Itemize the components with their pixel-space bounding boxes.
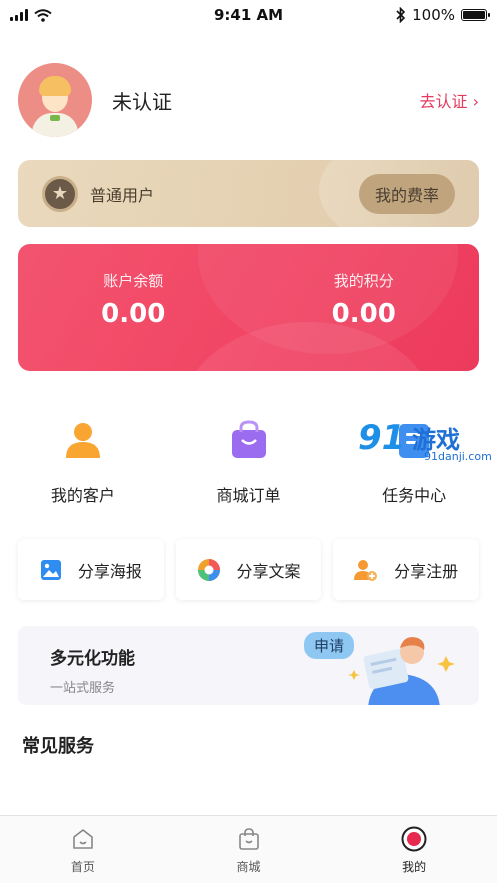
wifi-icon bbox=[34, 8, 52, 22]
quick-menu: 我的客户 商城订单 任务中心 bbox=[0, 418, 497, 506]
certify-link[interactable]: 去认证 › bbox=[420, 88, 480, 112]
status-left bbox=[10, 8, 52, 22]
quick-item-label: 商城订单 bbox=[216, 486, 281, 505]
quick-item-tasks[interactable]: 任务中心 bbox=[331, 418, 497, 506]
share-label: 分享注册 bbox=[394, 561, 459, 581]
account-balance-label: 账户余额 bbox=[103, 272, 164, 290]
profile-dot-icon bbox=[401, 826, 427, 852]
share-poster-button[interactable]: 分享海报 bbox=[18, 539, 164, 600]
bluetooth-icon bbox=[396, 7, 406, 23]
profile-header: 未认证 去认证 › bbox=[18, 62, 479, 138]
share-register-button[interactable]: 分享注册 bbox=[333, 539, 480, 600]
battery-icon bbox=[461, 9, 490, 21]
image-icon bbox=[40, 559, 61, 580]
account-balance-value: 0.00 bbox=[101, 299, 166, 329]
account-balance[interactable]: 账户余额 0.00 bbox=[18, 244, 249, 371]
task-icon bbox=[392, 418, 436, 462]
status-right: 100% bbox=[396, 6, 490, 24]
member-card: ★ 普通用户 我的费率 bbox=[18, 160, 479, 227]
home-icon bbox=[70, 826, 96, 852]
quick-item-label: 我的客户 bbox=[50, 486, 115, 505]
share-row: 分享海报 分享文案 分享注册 bbox=[18, 539, 480, 600]
share-label: 分享文案 bbox=[236, 561, 301, 581]
aperture-icon bbox=[197, 558, 220, 581]
share-copy-button[interactable]: 分享文案 bbox=[175, 539, 322, 600]
tab-shop[interactable]: 商城 bbox=[166, 816, 332, 883]
points-value: 0.00 bbox=[331, 299, 396, 329]
tab-home[interactable]: 首页 bbox=[0, 816, 166, 883]
signal-icon bbox=[10, 9, 28, 21]
person-illustration bbox=[348, 637, 455, 705]
tab-mine[interactable]: 我的 bbox=[331, 816, 497, 883]
feature-banner[interactable]: 多元化功能 一站式服务 申请 bbox=[18, 626, 479, 705]
add-user-icon bbox=[354, 559, 378, 581]
tab-bar: 首页 商城 我的 bbox=[0, 815, 497, 883]
profile-name: 未认证 bbox=[112, 89, 172, 114]
apply-bubble: 申请 bbox=[304, 632, 355, 659]
tab-label: 首页 bbox=[70, 860, 95, 874]
shopping-bag-icon bbox=[227, 418, 271, 462]
share-label: 分享海报 bbox=[77, 561, 142, 581]
star-icon: ★ bbox=[42, 175, 78, 212]
quick-item-orders[interactable]: 商城订单 bbox=[166, 418, 332, 506]
tab-label: 商城 bbox=[236, 860, 261, 874]
avatar[interactable] bbox=[18, 63, 92, 137]
battery-percent: 100% bbox=[412, 6, 455, 24]
shop-icon bbox=[236, 826, 262, 852]
status-bar: 9:41 AM 100% bbox=[0, 0, 497, 30]
member-level: 普通用户 bbox=[90, 185, 155, 205]
my-points[interactable]: 我的积分 0.00 bbox=[249, 244, 480, 371]
user-icon bbox=[61, 418, 105, 462]
quick-item-customers[interactable]: 我的客户 bbox=[0, 418, 166, 506]
balance-card: 账户余额 0.00 我的积分 0.00 bbox=[18, 244, 479, 371]
tab-label: 我的 bbox=[402, 860, 427, 874]
points-label: 我的积分 bbox=[333, 272, 394, 290]
services-title: 常见服务 bbox=[22, 736, 94, 757]
my-rate-button[interactable]: 我的费率 bbox=[358, 173, 455, 214]
quick-item-label: 任务中心 bbox=[382, 486, 447, 505]
